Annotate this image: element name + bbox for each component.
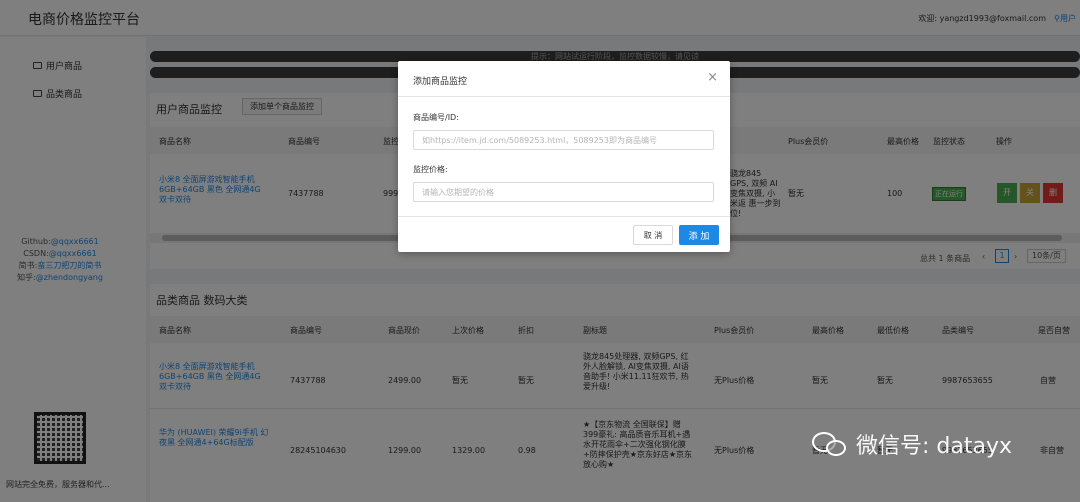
add-button[interactable]: 添 加 <box>679 225 719 245</box>
product-id-label: 商品编号/ID: <box>413 113 459 122</box>
product-id-input[interactable] <box>413 130 714 150</box>
add-monitor-dialog: 添加商品监控 × 商品编号/ID: 监控价格: 取 消 添 加 <box>398 61 730 252</box>
dialog-title: 添加商品监控 <box>413 77 468 87</box>
cancel-button[interactable]: 取 消 <box>633 225 673 245</box>
monitor-price-input[interactable] <box>413 182 714 202</box>
dialog-divider <box>398 96 730 97</box>
dialog-divider <box>398 216 730 217</box>
close-icon[interactable]: × <box>707 70 718 85</box>
wechat-icon <box>812 430 848 458</box>
wechat-watermark: 微信号: datayx <box>812 428 1012 460</box>
monitor-price-label: 监控价格: <box>413 165 448 174</box>
